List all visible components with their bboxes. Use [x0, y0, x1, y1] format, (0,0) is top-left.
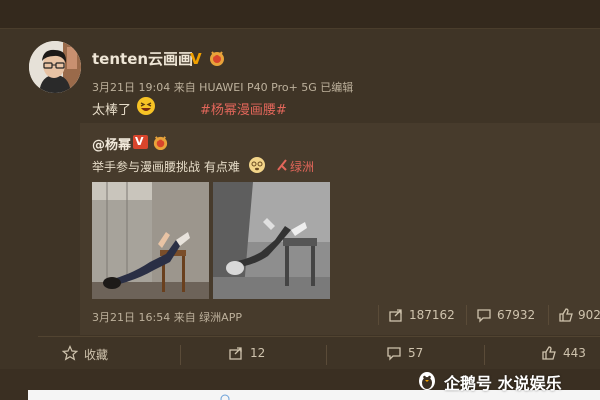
repost-text: 举手参与漫画腰挑战 有点难 — [92, 160, 240, 174]
stat-separator — [548, 305, 549, 325]
repost-comment-count[interactable]: 67932 — [497, 308, 535, 322]
post-text: 太棒了 — [92, 103, 132, 118]
repost-photo-1[interactable] — [92, 182, 209, 299]
repost-meta: 3月21日 16:54 来自 绿洲APP — [92, 311, 242, 324]
repost-verified-label: V — [135, 135, 144, 148]
share-icon[interactable] — [388, 307, 404, 323]
action-separator — [484, 345, 485, 365]
thumbs-up-icon[interactable] — [558, 307, 574, 323]
location-pin-icon — [277, 159, 287, 171]
action-separator — [326, 345, 327, 365]
hashtag-link[interactable]: #杨幂漫画腰# — [200, 99, 287, 118]
comment-icon[interactable] — [386, 345, 402, 361]
repost-like-count[interactable]: 902 — [578, 308, 600, 322]
verified-badge: V — [190, 50, 202, 68]
watermark-text: 企鹅号 水说娱乐 — [444, 374, 562, 393]
laughing-emoji-icon — [137, 97, 155, 115]
repost-photo-2[interactable] — [213, 182, 330, 299]
like-button[interactable]: 443 — [563, 346, 586, 360]
next-card-icon — [220, 394, 230, 400]
repost-username[interactable]: @杨幂 — [92, 134, 131, 153]
photo-comic-pose — [213, 182, 330, 299]
share-icon[interactable] — [228, 345, 244, 361]
comment-icon[interactable] — [476, 307, 492, 323]
photo-yoga-pose — [92, 182, 209, 299]
penguin-icon — [419, 372, 435, 390]
stat-separator — [378, 305, 379, 325]
top-band — [0, 0, 600, 28]
comment-button[interactable]: 57 — [408, 346, 423, 360]
post-meta: 3月21日 19:04 来自 HUAWEI P40 Pro+ 5G 已编辑 — [92, 81, 354, 94]
medal-icon[interactable] — [208, 49, 226, 67]
avatar-image — [29, 41, 81, 93]
action-bar-divider — [38, 336, 600, 337]
favorite-button[interactable]: 收藏 — [84, 346, 108, 363]
avatar[interactable] — [29, 41, 81, 93]
repost-verified-badge: V — [133, 135, 148, 149]
stat-separator — [466, 305, 467, 325]
repost-forward-count[interactable]: 187162 — [409, 308, 455, 322]
username[interactable]: tenten云画画 — [92, 48, 193, 69]
repost-medal-icon[interactable] — [152, 134, 169, 151]
watermark: 企鹅号 水说娱乐 — [414, 366, 600, 393]
thumbs-up-icon[interactable] — [541, 345, 557, 361]
dizzy-emoji-icon — [249, 157, 265, 173]
forward-button[interactable]: 12 — [250, 346, 265, 360]
action-separator — [180, 345, 181, 365]
star-icon[interactable] — [62, 345, 78, 361]
oasis-link[interactable]: 绿洲 — [290, 158, 314, 175]
